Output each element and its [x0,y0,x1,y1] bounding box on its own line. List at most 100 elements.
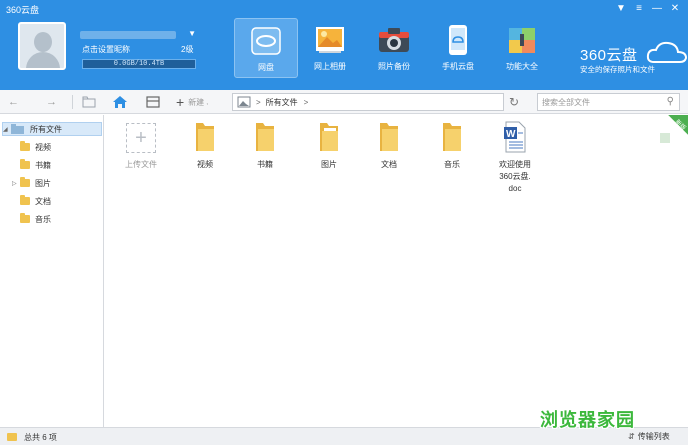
folder-icon [20,195,30,205]
nav-label: 网盘 [258,63,274,72]
home-icon [113,96,127,108]
close-icon[interactable]: ✕ [666,2,684,16]
nav-label: 功能大全 [506,62,538,71]
file-label: 音乐 [444,160,460,169]
folder-icon [20,177,30,187]
brand-tagline: 安全的保存照片和文件 [580,65,655,74]
folder-icon [320,123,338,151]
main-nav: 网盘 网上相册 照片备份 手机云盘 功能大全 [234,18,554,78]
nav-item-photo-album[interactable]: 网上相册 [298,18,362,78]
address-bar[interactable]: > 所有文件 > [232,93,504,111]
image-icon [237,96,251,108]
tree-item-all-files[interactable]: ◢ 所有文件 [2,122,102,136]
folder-icon [20,213,30,223]
folder-icon [20,159,30,169]
new-label: 新建 [188,97,205,107]
username-row[interactable]: ▼ [80,29,196,41]
nav-label: 手机云盘 [442,62,474,71]
chevron-down-icon[interactable]: ▼ [188,29,196,38]
divider [72,95,73,109]
nav-item-mobile-cloud[interactable]: 手机云盘 [426,18,490,78]
tree-item-books[interactable]: 书籍 [12,158,51,172]
nav-item-photo-backup[interactable]: 照片备份 [362,18,426,78]
file-item-folder[interactable]: 文档 [361,121,417,171]
tree-item-pictures[interactable]: ▷ 图片 [12,176,51,190]
tree-item-videos[interactable]: 视频 [12,140,51,154]
new-version-ribbon[interactable]: 新版 [660,115,688,143]
word-doc-icon: W [504,121,526,153]
home-button[interactable] [112,94,128,110]
header-bar: 360云盘 ▼ ≡ — ✕ ▼ 点击设置昵称 2级 0.0GB/10.4TB 网… [0,0,688,90]
forward-button[interactable]: → [46,94,57,110]
back-button[interactable]: ← [8,94,19,110]
file-item-folder[interactable]: 视频 [177,121,233,171]
chevron-right-icon: > [256,97,261,107]
plus-icon: + [176,94,185,110]
plus-icon: + [126,123,156,153]
expand-icon[interactable]: ▷ [12,180,20,187]
folder-tree: ◢ 所有文件 视频 书籍 ▷ 图片 文档 音乐 [0,115,104,427]
minimize-icon[interactable]: — [648,2,666,16]
file-item-folder[interactable]: 书籍 [237,121,293,171]
toolbox-icon [505,24,539,56]
file-label: 视频 [197,160,213,169]
storage-quota: 0.0GB/10.4TB [82,59,196,69]
nav-item-all-features[interactable]: 功能大全 [490,18,554,78]
file-item-folder[interactable]: 音乐 [424,121,480,171]
tree-item-music[interactable]: 音乐 [12,212,51,226]
folder-icon [7,433,17,441]
refresh-button[interactable]: ↻ [509,94,519,110]
breadcrumb-root[interactable]: 所有文件 [266,97,298,108]
tree-item-documents[interactable]: 文档 [12,194,51,208]
chevron-right-icon: > [303,97,309,107]
file-label: 文档 [381,160,397,169]
file-item-doc[interactable]: W 欢迎使用 360云盘. doc [487,121,543,195]
collapse-icon[interactable]: ◢ [3,126,11,133]
arrow-left-icon: ← [8,96,19,108]
menu-icon[interactable]: ≡ [630,2,648,16]
chevron-down-icon: , [206,98,209,106]
upload-file-button[interactable]: + 上传文件 [113,123,169,171]
folder-icon [196,123,214,151]
nav-item-cloud-disk[interactable]: 网盘 [234,18,298,78]
folder-up-icon [82,96,96,108]
nav-label: 网上相册 [314,62,346,71]
tree-label: 音乐 [35,214,51,224]
tree-label: 所有文件 [30,124,62,134]
up-folder-button[interactable] [82,94,96,110]
skin-icon[interactable]: ▼ [612,2,630,16]
username-blurred [80,31,176,39]
file-label: 上传文件 [125,160,157,169]
window-controls: ▼ ≡ — ✕ [612,2,684,16]
file-grid: + 上传文件 视频 书籍 图片 文档 音乐 W 欢迎使用 360云盘. doc … [105,115,688,427]
cloud-disk-icon [249,25,283,57]
view-icon [146,96,160,108]
new-button[interactable]: + 新建 , [176,94,208,110]
toolbar: ← → + 新建 , > 所有文件 > ↻ 搜索全部文件 ⚲ [0,90,688,114]
tree-label: 文档 [35,196,51,206]
view-toggle-button[interactable] [146,94,160,110]
user-level: 2级 [181,45,194,54]
set-nickname-link[interactable]: 点击设置昵称 [82,44,130,55]
tree-label: 书籍 [35,160,51,170]
transfer-icon: ⇵ [628,432,635,441]
app-title: 360云盘 [6,5,40,15]
search-icon[interactable]: ⚲ [667,96,674,107]
search-input[interactable]: 搜索全部文件 ⚲ [537,93,680,111]
search-placeholder: 搜索全部文件 [542,97,590,107]
brand: 360云盘 安全的保存照片和文件 [580,41,688,74]
arrow-right-icon: → [46,96,57,108]
avatar[interactable] [18,22,66,70]
file-label: 欢迎使用 360云盘. doc [499,160,531,193]
svg-text:W: W [506,129,516,140]
file-item-folder[interactable]: 图片 [301,121,357,171]
refresh-icon: ↻ [509,95,520,109]
tree-label: 图片 [35,178,51,188]
camera-icon [377,24,411,56]
folder-icon [20,141,30,151]
item-count: 总共 6 项 [24,433,57,442]
mobile-cloud-icon [441,24,475,56]
transfer-list-button[interactable]: ⇵ 传输列表 [628,431,670,442]
tree-label: 视频 [35,142,51,152]
nav-label: 照片备份 [378,62,410,71]
